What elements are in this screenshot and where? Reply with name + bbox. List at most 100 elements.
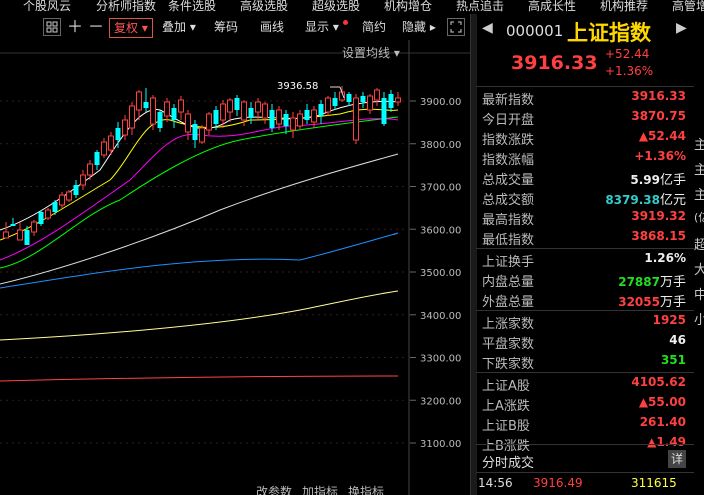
candle-body xyxy=(87,163,93,176)
nav-item[interactable]: 机构增仓 xyxy=(384,0,432,14)
quote-label: 上涨家数 xyxy=(482,317,535,332)
quote-divider xyxy=(476,86,694,87)
fenshi-detail-button[interactable]: 详 xyxy=(668,450,686,468)
candle-body xyxy=(94,152,100,165)
nav-item[interactable]: 高成长性 xyxy=(528,0,576,14)
quote-row: 内盘总量 27887万手 xyxy=(476,270,694,290)
zoom-in-icon[interactable]: ＋ xyxy=(67,18,83,36)
candle-body xyxy=(136,91,142,111)
candle-body xyxy=(115,128,121,140)
quote-row: 上证换手 1.26% xyxy=(476,250,694,270)
quote-value: 3919.32 xyxy=(631,209,686,223)
candle-body xyxy=(164,101,170,117)
quote-value: 3868.15 xyxy=(631,229,686,243)
set-ma-button[interactable]: 设置均线 ▾ xyxy=(342,44,400,61)
quote-label: 上证换手 xyxy=(482,255,535,270)
fullscreen-icon[interactable] xyxy=(447,18,465,36)
candle-body xyxy=(234,98,240,110)
kline-chart[interactable]: 3900.00 3800.00 3700.00 3600.00 3500.00 3400.… xyxy=(0,40,470,495)
quote-row: 指数涨跌 ▲52.44 xyxy=(476,128,694,148)
zoom-out-icon[interactable]: － xyxy=(88,18,104,36)
fenshi-divider-2 xyxy=(476,472,694,473)
change-param-button[interactable]: 改参数 xyxy=(256,483,292,495)
quote-number: 261.40 xyxy=(639,415,686,429)
candle-body xyxy=(122,119,128,136)
quote-row: 最低指数 3868.15 xyxy=(476,228,694,248)
candle-body xyxy=(220,103,226,121)
candle-body xyxy=(101,141,107,156)
yincang-button[interactable]: 隐藏 ▸ xyxy=(402,18,436,36)
set-ma-label: 设置均线 xyxy=(342,46,391,60)
quote-divider xyxy=(476,310,694,311)
nav-item[interactable]: 个股风云 xyxy=(23,0,71,14)
candle-body xyxy=(192,124,198,140)
edge-char: 主 xyxy=(694,163,704,178)
candle-body xyxy=(157,112,163,128)
quote-value: +1.36% xyxy=(634,149,686,163)
candle-body xyxy=(283,114,289,126)
nav-item[interactable]: 条件选股 xyxy=(168,0,216,14)
quote-label: 今日开盘 xyxy=(482,113,535,128)
quote-row: 总成交额 8379.38亿元 xyxy=(476,188,694,208)
quote-number: 3870.75 xyxy=(631,109,686,123)
notification-dot xyxy=(343,20,348,25)
quote-unit: 亿手 xyxy=(659,173,686,188)
index-code: 000001 xyxy=(506,22,564,40)
candle-body xyxy=(38,212,44,224)
edge-char: 超 xyxy=(694,238,704,253)
quote-header: ◀ 000001 上证指数 ▶ 3916.33 +52.44 +1.36% xyxy=(476,14,694,86)
quote-number: 1925 xyxy=(652,313,686,327)
ma250-line xyxy=(0,290,399,341)
candle-body xyxy=(66,191,72,201)
quote-number: 351 xyxy=(660,353,686,367)
quote-row: 上证B股 261.40 xyxy=(476,414,694,434)
quote-number: 5.99 xyxy=(630,173,660,187)
candle-body xyxy=(59,194,65,206)
candle-body xyxy=(388,94,394,108)
candle-body xyxy=(129,105,135,129)
add-indicator-button[interactable]: 加指标 xyxy=(302,483,338,495)
ma120-line xyxy=(0,232,399,289)
nav-item[interactable]: 分析师指数 xyxy=(96,0,156,14)
quote-value: 351 xyxy=(661,353,686,367)
grid-icon[interactable] xyxy=(43,18,61,36)
jianyue-button[interactable]: 简约 xyxy=(362,18,386,36)
nav-item[interactable]: 高级选股 xyxy=(240,0,288,14)
quote-value: ▲52.44 xyxy=(639,129,686,143)
next-arrow-icon[interactable]: ▶ xyxy=(676,20,687,36)
quote-label: 平盘家数 xyxy=(482,337,535,352)
nav-item[interactable]: 超级选股 xyxy=(312,0,360,14)
candle-body xyxy=(178,99,184,113)
quote-number: 1.26% xyxy=(644,251,686,265)
quote-value: 46 xyxy=(669,333,686,347)
candle-body xyxy=(395,97,401,103)
index-change: +52.44 xyxy=(605,47,650,61)
candle-body xyxy=(199,127,205,143)
candle-body xyxy=(304,110,310,120)
fuquan-button[interactable]: 复权 ▾ xyxy=(109,18,153,38)
edge-char: 小 xyxy=(694,313,704,328)
quote-value: 261.40 xyxy=(640,415,686,429)
nav-item[interactable]: 热点追击 xyxy=(456,0,504,14)
candle-body xyxy=(80,174,86,186)
ma500-line xyxy=(0,375,399,382)
prev-arrow-icon[interactable]: ◀ xyxy=(482,20,493,36)
nav-item[interactable]: 机构推荐 xyxy=(600,0,648,14)
fuquan-label: 复权 xyxy=(114,21,139,35)
candle-body xyxy=(24,230,30,245)
quote-label: 总成交额 xyxy=(482,193,535,208)
choujiao-button[interactable]: 筹码 xyxy=(214,18,238,36)
diejia-button[interactable]: 叠加 ▾ xyxy=(162,18,196,36)
huaxian-button[interactable]: 画线 xyxy=(260,18,284,36)
quote-row: 最高指数 3919.32 xyxy=(476,208,694,228)
nav-item[interactable]: 高管增 xyxy=(672,0,704,14)
quote-value: 8379.38亿元 xyxy=(605,189,686,208)
quote-row: 最新指数 3916.33 xyxy=(476,88,694,108)
quote-value: ▲55.00 xyxy=(639,395,686,409)
change-indicator-button[interactable]: 换指标 xyxy=(348,483,384,495)
candle-body xyxy=(31,221,37,233)
xianshi-button[interactable]: 显示 ▾ xyxy=(305,18,339,36)
fenshi-title[interactable]: 分时成交 xyxy=(482,452,534,471)
quote-label: 内盘总量 xyxy=(482,275,535,290)
yincang-label: 隐藏 xyxy=(402,20,427,34)
